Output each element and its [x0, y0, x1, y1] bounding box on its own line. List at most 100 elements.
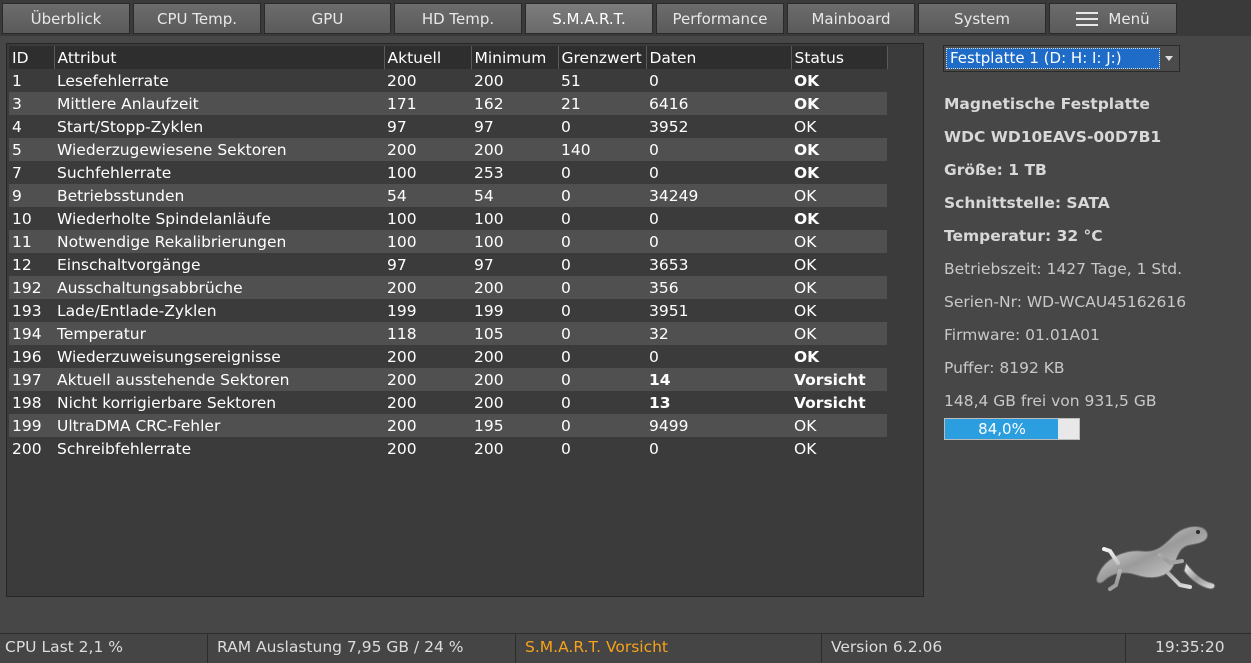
cell-aktuell: 200	[384, 368, 471, 391]
tab-system[interactable]: System	[918, 3, 1046, 34]
table-row[interactable]: 194 Temperatur 118 105 0 32 OK	[9, 322, 887, 345]
cell-aktuell: 54	[384, 184, 471, 207]
cell-attribut: Suchfehlerrate	[57, 163, 172, 182]
tab-smart[interactable]: S.M.A.R.T.	[525, 3, 653, 34]
cell-attribut: Start/Stopp-Zyklen	[57, 117, 204, 136]
table-row[interactable]: 200 Schreibfehlerrate 200 200 0 0 OK	[9, 437, 887, 460]
table-row[interactable]: 196 Wiederzuweisungsereignisse 200 200 0 0 OK	[9, 345, 887, 368]
cell-attribut: Schreibfehlerrate	[57, 439, 192, 458]
cell-minimum: 97	[474, 255, 494, 274]
smart-table-panel: ID Attribut Aktuell Minimum Grenzwert Da…	[6, 43, 924, 597]
cell-status: OK	[794, 117, 817, 136]
col-header-attribut[interactable]: Attribut	[54, 46, 385, 69]
table-row[interactable]: 199 UltraDMA CRC-Fehler 200 195 0 9499 OK	[9, 414, 887, 437]
cell-id: 192	[9, 276, 54, 299]
cell-aktuell: 200	[387, 393, 417, 412]
cell-status: OK	[794, 209, 820, 228]
cell-daten: 9499	[646, 414, 791, 437]
status-ram-usage: RAM Auslastung 7,95 GB / 24 %	[208, 634, 516, 663]
cell-aktuell: 200	[387, 347, 417, 366]
tab-mainboard[interactable]: Mainboard	[787, 3, 915, 34]
drive-select-value: Festplatte 1 (D: H: I: J:)	[946, 48, 1160, 69]
cell-id: 200	[12, 439, 42, 458]
table-row[interactable]: 5 Wiederzugewiesene Sektoren 200 200 140 0 OK	[9, 138, 887, 161]
cell-status: OK	[791, 322, 887, 345]
cell-status: OK	[791, 230, 887, 253]
cell-status: OK	[794, 347, 820, 366]
cell-minimum: 97	[474, 117, 494, 136]
cell-daten: 13	[649, 393, 671, 412]
status-version: Version 6.2.06	[822, 634, 1126, 663]
tab-hd-temp[interactable]: HD Temp.	[394, 3, 522, 34]
cell-daten: 3952	[649, 117, 689, 136]
col-header-minimum[interactable]: Minimum	[471, 46, 559, 69]
tab-bar: Überblick CPU Temp. GPU HD Temp. S.M.A.R…	[0, 0, 1251, 36]
cell-id: 193	[12, 301, 42, 320]
cell-daten: 0	[649, 439, 659, 458]
cell-status: OK	[794, 255, 817, 274]
hamburger-icon	[1076, 11, 1099, 26]
table-row[interactable]: 193 Lade/Entlade-Zyklen 199 199 0 3951 OK	[9, 299, 887, 322]
drive-temperature: Temperatur: 32 °C	[944, 227, 1103, 245]
table-row[interactable]: 12 Einschaltvorgänge 97 97 0 3653 OK	[9, 253, 887, 276]
table-row[interactable]: 1 Lesefehlerrate 200 200 51 0 OK	[9, 69, 887, 92]
tab-performance[interactable]: Performance	[656, 3, 784, 34]
col-header-daten[interactable]: Daten	[646, 46, 792, 69]
cell-daten: 0	[649, 163, 659, 182]
table-row[interactable]: 10 Wiederholte Spindelanläufe 100 100 0 0 OK	[9, 207, 887, 230]
cell-id: 198	[12, 393, 42, 412]
chevron-down-icon[interactable]	[1165, 56, 1173, 61]
cell-id: 11	[9, 230, 54, 253]
table-row[interactable]: 197 Aktuell ausstehende Sektoren 200 200 0 14…	[9, 368, 887, 391]
cell-grenzwert: 0	[561, 255, 571, 274]
col-header-grenzwert[interactable]: Grenzwert	[558, 46, 647, 69]
col-header-id[interactable]: ID	[9, 46, 55, 69]
cell-minimum: 200	[474, 439, 504, 458]
cell-attribut: UltraDMA CRC-Fehler	[54, 414, 384, 437]
cell-aktuell: 118	[384, 322, 471, 345]
cell-attribut: Nicht korrigierbare Sektoren	[57, 393, 277, 412]
cell-daten: 0	[649, 71, 659, 90]
tab-gpu[interactable]: GPU	[264, 3, 391, 34]
cell-aktuell: 200	[384, 276, 471, 299]
col-header-status[interactable]: Status	[791, 46, 888, 69]
table-row[interactable]: 11 Notwendige Rekalibrierungen 100 100 0 0 OK	[9, 230, 887, 253]
cell-minimum: 105	[471, 322, 558, 345]
table-row[interactable]: 7 Suchfehlerrate 100 253 0 0 OK	[9, 161, 887, 184]
cell-id: 7	[12, 163, 22, 182]
cell-grenzwert: 51	[561, 71, 581, 90]
cell-grenzwert: 0	[558, 322, 646, 345]
table-row[interactable]: 3 Mittlere Anlaufzeit 171 162 21 6416 OK	[9, 92, 887, 115]
table-row[interactable]: 4 Start/Stopp-Zyklen 97 97 0 3952 OK	[9, 115, 887, 138]
cell-attribut: Lesefehlerrate	[57, 71, 169, 90]
cell-status: OK	[791, 138, 887, 161]
cell-aktuell: 200	[384, 138, 471, 161]
tab-ueberblick[interactable]: Überblick	[2, 3, 130, 34]
cell-minimum: 200	[474, 71, 504, 90]
table-row[interactable]: 198 Nicht korrigierbare Sektoren 200 200 0 13…	[9, 391, 887, 414]
cell-grenzwert: 0	[561, 347, 571, 366]
cell-grenzwert: 0	[558, 368, 646, 391]
cell-attribut: Wiederzugewiesene Sektoren	[54, 138, 384, 161]
table-row[interactable]: 9 Betriebsstunden 54 54 0 34249 OK	[9, 184, 887, 207]
table-row[interactable]: 192 Ausschaltungsabbrüche 200 200 0 356 OK	[9, 276, 887, 299]
cell-daten: 356	[646, 276, 791, 299]
cell-daten: 0	[649, 209, 659, 228]
drive-free-space: 148,4 GB frei von 931,5 GB	[944, 392, 1157, 410]
cell-aktuell: 97	[387, 255, 407, 274]
menu-button[interactable]: Menü	[1049, 3, 1177, 34]
drive-select-dropdown[interactable]: Festplatte 1 (D: H: I: J:)	[943, 45, 1180, 72]
cell-status: Vorsicht	[794, 393, 866, 412]
cell-status: OK	[794, 439, 817, 458]
tab-cpu-temp[interactable]: CPU Temp.	[133, 3, 261, 34]
col-header-aktuell[interactable]: Aktuell	[384, 46, 472, 69]
cell-daten: 3951	[649, 301, 689, 320]
cell-minimum: 195	[471, 414, 558, 437]
status-smart-warning[interactable]: S.M.A.R.T. Vorsicht	[516, 634, 822, 663]
gecko-logo-icon	[1096, 526, 1216, 591]
cell-minimum: 162	[471, 92, 558, 115]
cell-id: 1	[12, 71, 22, 90]
cell-grenzwert: 140	[558, 138, 646, 161]
cell-status: OK	[794, 71, 820, 90]
drive-firmware: Firmware: 01.01A01	[944, 326, 1100, 344]
